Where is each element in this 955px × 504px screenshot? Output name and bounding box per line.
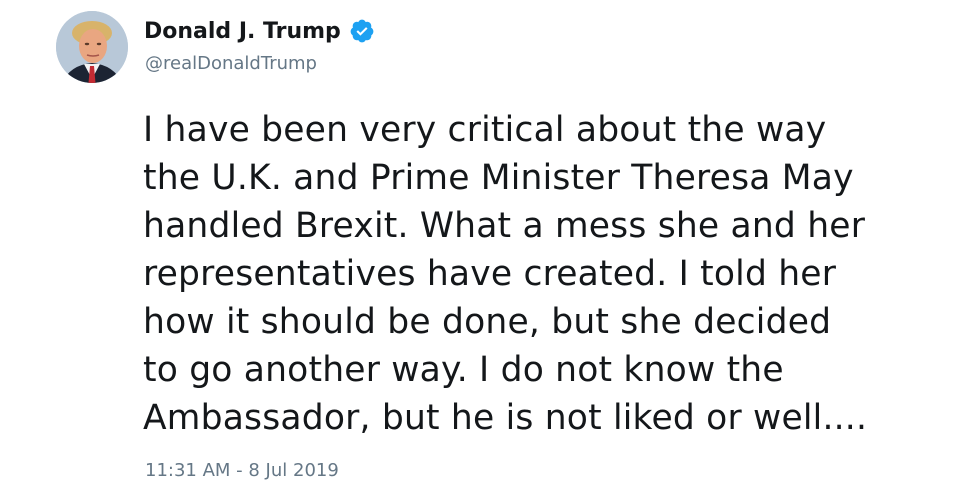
- tweet-text-line: the U.K. and Prime Minister Theresa May: [143, 158, 854, 198]
- tweet-text-line: how it should be done, but she decided: [143, 302, 832, 342]
- author-handle[interactable]: @realDonaldTrump: [145, 53, 317, 74]
- tweet-text-line: handled Brexit. What a mess she and her: [143, 206, 866, 246]
- tweet-timestamp[interactable]: 11:31 AM - 8 Jul 2019: [145, 460, 339, 481]
- tweet-card: Donald J. Trump @realDonaldTrump I have …: [0, 0, 955, 504]
- tweet-text: I have been very critical about the way …: [143, 106, 933, 442]
- tweet-text-line: I have been very critical about the way: [143, 110, 827, 150]
- tweet-text-line: Ambassador, but he is not liked or well.…: [143, 398, 868, 438]
- tweet-text-line: to go another way. I do not know the: [143, 350, 784, 390]
- author-name-row: Donald J. Trump: [144, 14, 375, 48]
- author-display-name[interactable]: Donald J. Trump: [144, 19, 341, 44]
- profile-photo-avatar: [56, 11, 128, 83]
- verified-badge-icon: [349, 18, 375, 44]
- author-avatar[interactable]: [56, 11, 128, 83]
- tweet-text-line: representatives have created. I told her: [143, 254, 837, 294]
